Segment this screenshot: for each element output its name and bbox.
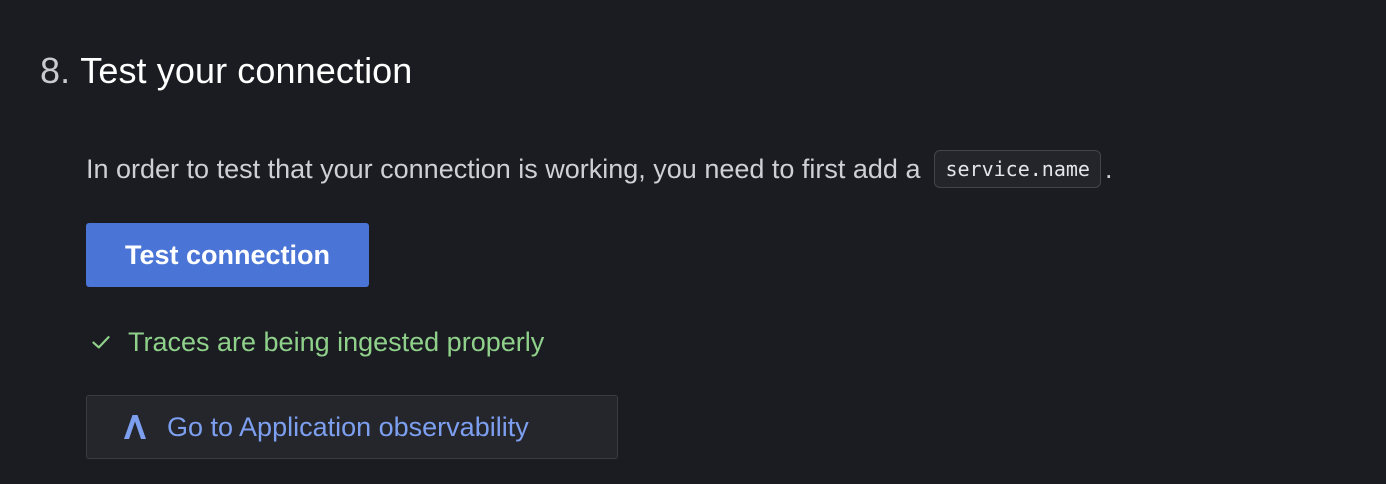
test-connection-section: 8. Test your connection In order to test … [0,0,1386,484]
app-button-label: Go to Application observability [167,411,529,442]
description-suffix: . [1104,153,1113,184]
go-to-app-observability-button[interactable]: Go to Application observability [86,395,618,459]
check-icon [88,329,114,355]
step-title: Test your connection [80,50,413,91]
application-observability-icon [121,413,149,441]
test-connection-button[interactable]: Test connection [86,223,369,287]
status-text: Traces are being ingested properly [128,326,545,357]
step-heading: 8. Test your connection [40,50,412,92]
description-text: In order to test that your connection is… [86,153,921,184]
ingestion-status: Traces are being ingested properly [86,322,544,362]
step-number: 8. [40,50,71,91]
service-name-code: service.name [934,150,1101,188]
step-description: In order to test that your connection is… [86,148,1112,190]
